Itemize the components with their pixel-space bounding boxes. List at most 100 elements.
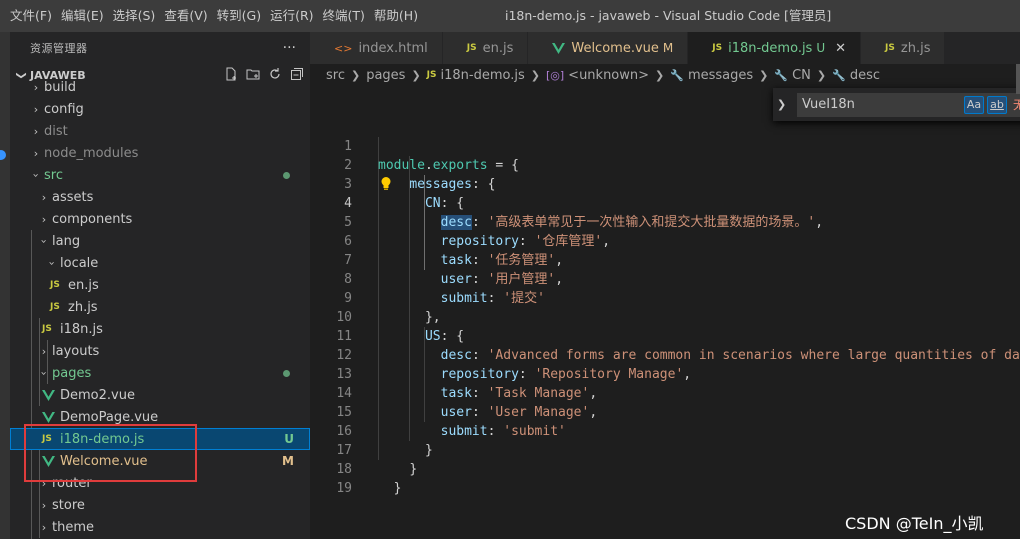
- js-file-icon: JS: [50, 280, 60, 290]
- breadcrumb-item[interactable]: CN: [792, 68, 811, 83]
- find-widget: ❯ VueI18n Aa ab .* 无: [773, 88, 1020, 121]
- toggle-replace-icon[interactable]: ❯: [777, 98, 791, 111]
- chevron-right-icon: ›: [33, 102, 39, 116]
- editor-tabs: <> index.html JS en.js Welcome.vue M JS …: [310, 32, 1020, 64]
- tree-item-label: i18n.js: [60, 321, 103, 337]
- code-line: 7 user: '用户管理',: [310, 232, 1020, 287]
- menu-file[interactable]: 文件(F): [6, 0, 56, 32]
- tree-item-zh-js[interactable]: JS zh.js: [10, 296, 310, 318]
- js-file-icon: JS: [50, 302, 60, 312]
- code-line: 16 }: [310, 403, 1020, 458]
- breadcrumb-item[interactable]: messages: [688, 68, 753, 83]
- js-file-icon: JS: [42, 324, 52, 334]
- tree-item-label: assets: [52, 189, 94, 205]
- find-input[interactable]: VueI18n Aa ab .*: [797, 92, 1020, 117]
- js-file-icon: JS: [426, 70, 437, 80]
- tab-en-js[interactable]: JS en.js: [442, 32, 529, 64]
- tree-item-pages[interactable]: › pages: [10, 362, 310, 384]
- whole-word-toggle[interactable]: ab: [987, 95, 1007, 114]
- tree-item-locale[interactable]: › locale: [10, 252, 310, 274]
- property-wrench-icon: 🔧: [832, 68, 846, 82]
- code-editor[interactable]: 1 module.exports = { 2 messages: { 3 CN:…: [310, 118, 1020, 496]
- modified-dot: [283, 172, 290, 179]
- tree-item-dist[interactable]: › dist: [10, 120, 310, 142]
- tree-item-demo2-vue[interactable]: Demo2.vue: [10, 384, 310, 406]
- tree-item-label: dist: [44, 123, 68, 139]
- code-line: 18 }: [310, 441, 1020, 496]
- tab-label: Welcome.vue: [571, 40, 659, 56]
- breadcrumb-item[interactable]: src: [326, 68, 345, 83]
- code-line: 19: [310, 460, 1020, 496]
- tree-item-label: zh.js: [68, 299, 98, 315]
- lightbulb-icon[interactable]: [380, 176, 392, 195]
- code-line: 17 }: [310, 422, 1020, 477]
- code-line: 14 user: 'User Manage',: [310, 365, 1020, 420]
- breadcrumb-item[interactable]: pages: [366, 68, 405, 83]
- chevron-right-icon: ›: [33, 124, 39, 138]
- activity-bar: [0, 32, 10, 539]
- tree-item-node-modules[interactable]: › node_modules: [10, 142, 310, 164]
- find-query: VueI18n: [802, 97, 855, 112]
- scrollbar[interactable]: [1016, 64, 1020, 94]
- tab-zh-js[interactable]: JS zh.js: [861, 32, 946, 64]
- vue-file-icon: [552, 42, 566, 54]
- tree-item-label: config: [44, 101, 84, 117]
- property-wrench-icon: 🔧: [670, 68, 684, 82]
- vue-file-icon: [42, 411, 58, 423]
- explorer-header: 资源管理器 ···: [10, 32, 310, 64]
- chevron-right-icon: ❯: [816, 68, 827, 82]
- code-token: }: [393, 481, 402, 496]
- tree-item-i18n-js[interactable]: JS i18n.js: [10, 318, 310, 340]
- chevron-down-icon: ›: [37, 238, 51, 244]
- tab-i18n-demo-js[interactable]: JS i18n-demo.js U ✕: [688, 32, 862, 64]
- chevron-right-icon: ❯: [411, 68, 421, 82]
- tree-item-label: node_modules: [44, 145, 139, 161]
- menu-selection[interactable]: 选择(S): [109, 0, 160, 32]
- tree-item-layouts[interactable]: › layouts: [10, 340, 310, 362]
- js-file-icon: JS: [712, 43, 723, 53]
- menu-go[interactable]: 转到(G): [213, 0, 265, 32]
- tab-label: en.js: [482, 40, 514, 56]
- tree-item-store[interactable]: › store: [10, 494, 310, 516]
- activity-badge: [0, 150, 6, 160]
- menu-view[interactable]: 查看(V): [160, 0, 211, 32]
- tree-item-label: store: [52, 497, 85, 513]
- tree-item-label: build: [44, 79, 76, 95]
- breadcrumb-item[interactable]: i18n-demo.js: [441, 68, 525, 83]
- code-line: 8 submit: '提交': [310, 251, 1020, 306]
- code-line: 2 messages: {: [310, 137, 1020, 192]
- tree-item-lang[interactable]: › lang: [10, 230, 310, 252]
- tree-item-components[interactable]: › components: [10, 208, 310, 230]
- tree-item-assets[interactable]: › assets: [10, 186, 310, 208]
- menu-edit[interactable]: 编辑(E): [57, 0, 108, 32]
- more-actions-icon[interactable]: ···: [283, 40, 296, 56]
- menu-terminal[interactable]: 终端(T): [319, 0, 369, 32]
- module-icon: [◎]: [545, 68, 565, 82]
- code-line: 10 US: {: [310, 289, 1020, 344]
- tree-item-label: theme: [52, 519, 94, 535]
- tree-item-config[interactable]: › config: [10, 98, 310, 120]
- chevron-right-icon: ❯: [655, 68, 665, 82]
- tree-item-en-js[interactable]: JS en.js: [10, 274, 310, 296]
- close-icon[interactable]: ✕: [835, 41, 846, 56]
- property-wrench-icon: 🔧: [774, 68, 789, 82]
- match-case-toggle[interactable]: Aa: [964, 95, 984, 114]
- menu-run[interactable]: 运行(R): [266, 0, 317, 32]
- breadcrumb-item[interactable]: desc: [850, 68, 880, 83]
- untracked-badge: U: [284, 432, 294, 446]
- tree-item-src[interactable]: › src: [10, 164, 310, 186]
- tree-item-label: en.js: [68, 277, 99, 293]
- tab-index-html[interactable]: <> index.html: [310, 32, 443, 64]
- tree-item-label: DemoPage.vue: [60, 409, 159, 425]
- highlight-box: [24, 424, 197, 482]
- code-line: 6 task: '任务管理',: [310, 213, 1020, 268]
- breadcrumb-item[interactable]: <unknown>: [568, 68, 649, 83]
- tree-item-theme[interactable]: › theme: [10, 516, 310, 538]
- tree-item-build[interactable]: › build: [10, 76, 310, 98]
- html-file-icon: <>: [334, 41, 353, 55]
- chevron-right-icon: ›: [41, 212, 47, 226]
- chevron-right-icon: ›: [41, 190, 47, 204]
- menu-help[interactable]: 帮助(H): [370, 0, 422, 32]
- tab-welcome-vue[interactable]: Welcome.vue M: [528, 32, 689, 64]
- window-title: i18n-demo.js - javaweb - Visual Studio C…: [505, 8, 832, 23]
